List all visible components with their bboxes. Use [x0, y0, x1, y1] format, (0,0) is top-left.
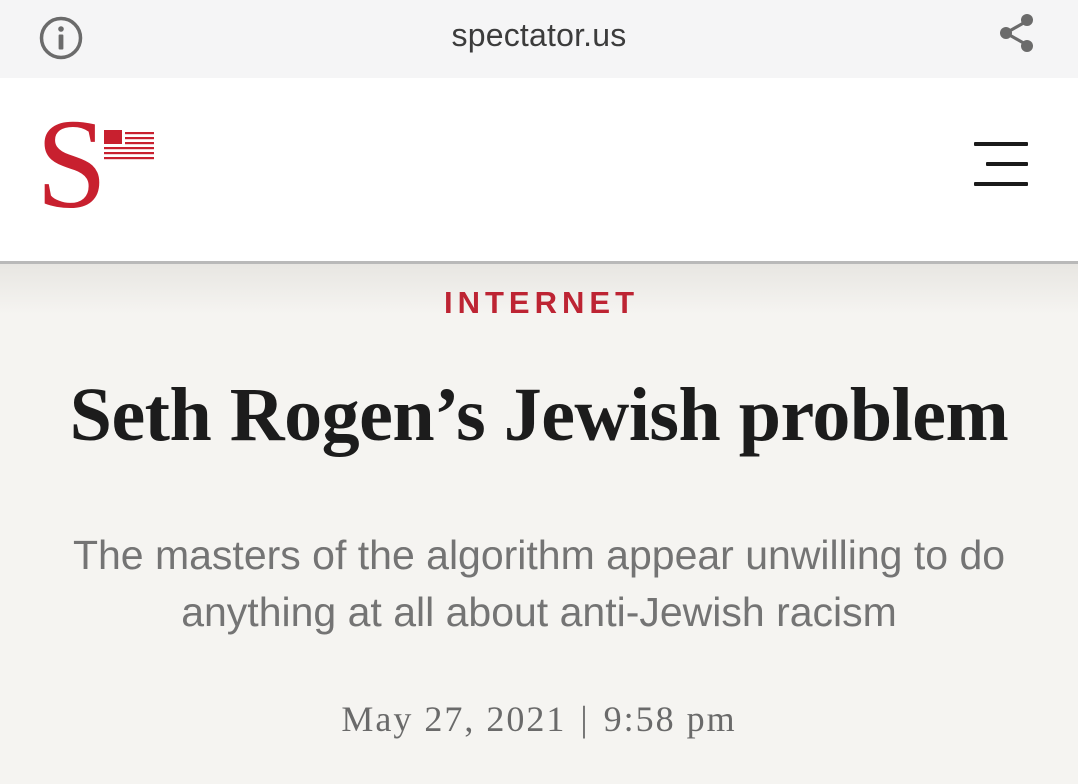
- browser-url-bar: spectator.us: [0, 0, 1078, 78]
- logo-newspaper-mark: [104, 130, 154, 160]
- info-icon[interactable]: [38, 15, 84, 61]
- site-header: S: [0, 78, 1078, 264]
- logo-letter: S: [36, 93, 108, 235]
- article-title: Seth Rogen’s Jewish problem: [69, 373, 1009, 457]
- spectator-logo[interactable]: S: [36, 100, 158, 228]
- meta-separator: |: [580, 699, 590, 739]
- article-subtitle: The masters of the algorithm appear unwi…: [72, 532, 1006, 635]
- section-label[interactable]: INTERNET: [0, 285, 1078, 321]
- article-time: 9:58 pm: [603, 699, 737, 739]
- article-meta: May 27, 2021 | 9:58 pm: [0, 698, 1078, 740]
- hamburger-menu-icon[interactable]: [968, 138, 1032, 190]
- url-domain[interactable]: spectator.us: [452, 17, 627, 54]
- article-date: May 27, 2021: [341, 699, 567, 739]
- share-icon[interactable]: [996, 11, 1040, 55]
